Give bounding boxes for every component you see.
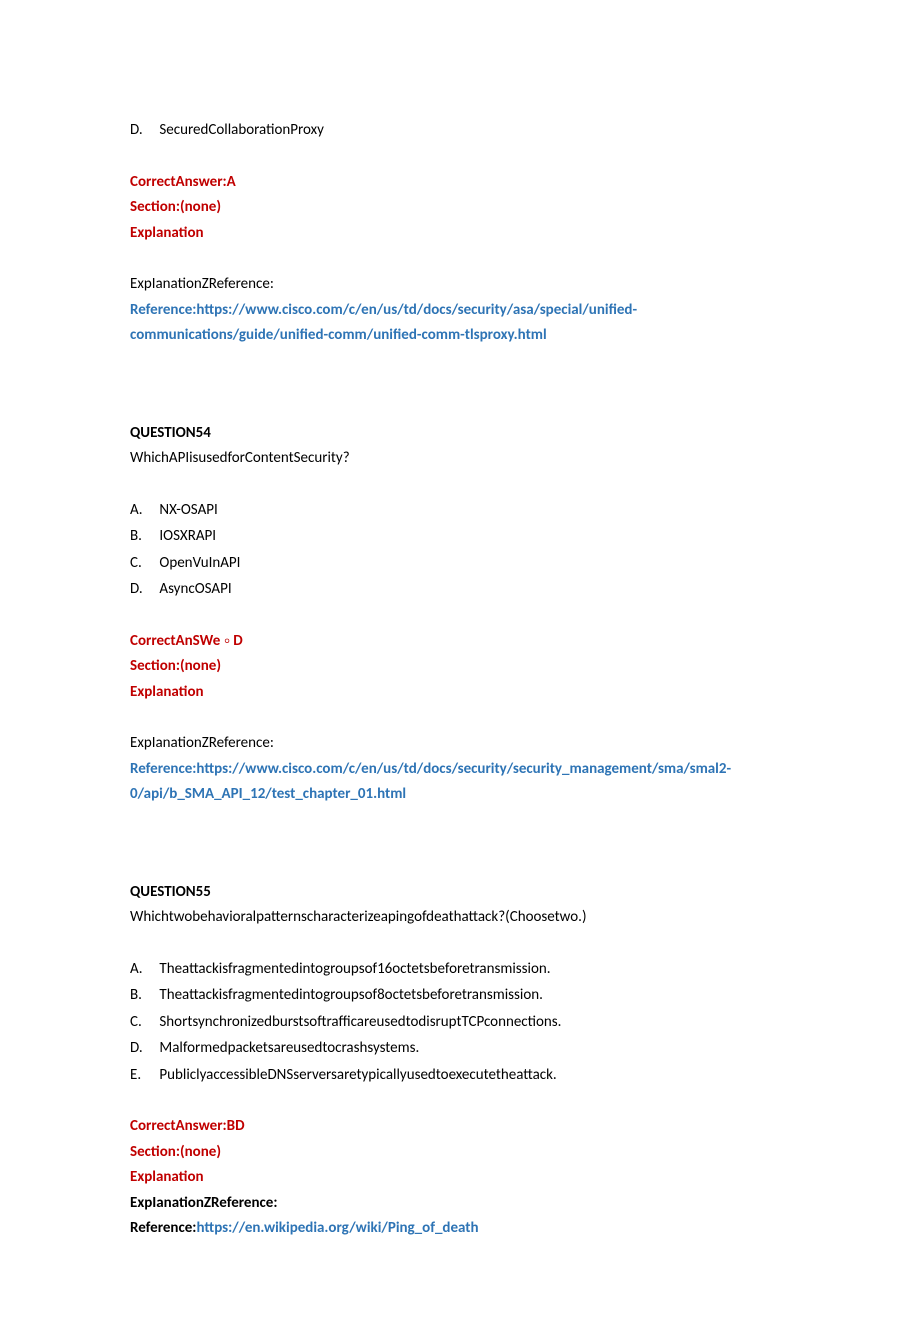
option-letter: B. <box>130 524 156 550</box>
option-text: PubliclyaccessibleDNSserversaretypically… <box>159 1066 556 1084</box>
question-prompt: Whichtwobehavioralpatternscharacterizeap… <box>130 905 790 931</box>
option-text: IOSXRAPI <box>159 527 216 545</box>
section: Section:(none) <box>130 195 790 221</box>
option-letter: D. <box>130 1036 156 1062</box>
reference-link[interactable]: https://en.wikipedia.org/wiki/Ping_of_de… <box>196 1219 478 1237</box>
option-text: NX-OSAPI <box>159 501 217 519</box>
explanation-reference-label: ExpIanationZReference: <box>130 1191 790 1217</box>
option-b: B. IOSXRAPI <box>130 524 790 550</box>
answer-meta: CorrectAnswer:BD Section:(none) Explanat… <box>130 1114 790 1242</box>
option-letter: C. <box>130 1010 156 1036</box>
answer-meta: CorrectAnSWe ⸰ D Section:(none) Explanat… <box>130 629 790 706</box>
explanation-reference-label: ExpIanationZReference: <box>130 272 790 298</box>
question-heading: QUESTION55 <box>130 880 790 906</box>
options-list: A. NX-OSAPI B. IOSXRAPI C. OpenVuInAPI D… <box>130 498 790 603</box>
reference-link[interactable]: Reference:https://www.cisco.com/c/en/us/… <box>130 757 790 808</box>
option-e: E. PubliclyaccessibleDNSserversaretypica… <box>130 1063 790 1089</box>
option-text: Theattackisfragmentedintogroupsof8octets… <box>159 986 543 1004</box>
reference-link[interactable]: Reference:https://www.cisco.com/c/en/us/… <box>130 298 790 349</box>
option-c: C. Shortsynchronizedburstsoftrafficareus… <box>130 1010 790 1036</box>
option-letter: C. <box>130 551 156 577</box>
option-letter: A. <box>130 498 156 524</box>
correct-answer: CorrectAnswer:A <box>130 170 790 196</box>
correct-prefix: CorrectAnSWe <box>130 632 220 650</box>
option-c: C. OpenVuInAPI <box>130 551 790 577</box>
option-text: AsyncOSAPI <box>159 580 231 598</box>
correct-suffix: D <box>233 632 242 650</box>
glyph-icon: ⸰ <box>224 635 234 649</box>
reference-prefix: Reference: <box>130 1219 196 1237</box>
option-a: A. Theattackisfragmentedintogroupsof16oc… <box>130 957 790 983</box>
section: Section:(none) <box>130 1140 790 1166</box>
answer-meta: CorrectAnswer:A Section:(none) Explanati… <box>130 170 790 247</box>
option-b: B. Theattackisfragmentedintogroupsof8oct… <box>130 983 790 1009</box>
options-list: A. Theattackisfragmentedintogroupsof16oc… <box>130 957 790 1089</box>
reference-line: Reference:https://en.wikipedia.org/wiki/… <box>130 1216 790 1242</box>
option-text: OpenVuInAPI <box>159 554 240 572</box>
question-prompt: WhichAPIisusedforContentSecurity? <box>130 446 790 472</box>
explanation-label: Explanation <box>130 1165 790 1191</box>
option-text: Theattackisfragmentedintogroupsof16octet… <box>159 960 550 978</box>
option-text: Shortsynchronizedburstsoftrafficareusedt… <box>159 1013 561 1031</box>
option-letter: B. <box>130 983 156 1009</box>
explanation-label: Explanation <box>130 680 790 706</box>
section: Section:(none) <box>130 654 790 680</box>
question-heading: QUESTION54 <box>130 421 790 447</box>
question-54: QUESTION54 WhichAPIisusedforContentSecur… <box>130 421 790 808</box>
option-text: SecuredCollaborationProxy <box>159 121 323 139</box>
option-d: D. SecuredCollaborationProxy <box>130 118 790 144</box>
option-letter: A. <box>130 957 156 983</box>
option-letter: D. <box>130 118 156 144</box>
option-d: D. AsyncOSAPI <box>130 577 790 603</box>
correct-answer: CorrectAnswer:BD <box>130 1114 790 1140</box>
option-letter: E. <box>130 1063 156 1089</box>
explanation-label: Explanation <box>130 221 790 247</box>
option-text: Malformedpacketsareusedtocrashsystems. <box>159 1039 419 1057</box>
partial-answer-block: D. SecuredCollaborationProxy CorrectAnsw… <box>130 118 790 349</box>
option-d: D. Malformedpacketsareusedtocrashsystems… <box>130 1036 790 1062</box>
question-55: QUESTION55 Whichtwobehavioralpatternscha… <box>130 880 790 1242</box>
correct-answer: CorrectAnSWe ⸰ D <box>130 629 790 655</box>
explanation-reference-label: ExpIanationZReference: <box>130 731 790 757</box>
option-a: A. NX-OSAPI <box>130 498 790 524</box>
option-letter: D. <box>130 577 156 603</box>
